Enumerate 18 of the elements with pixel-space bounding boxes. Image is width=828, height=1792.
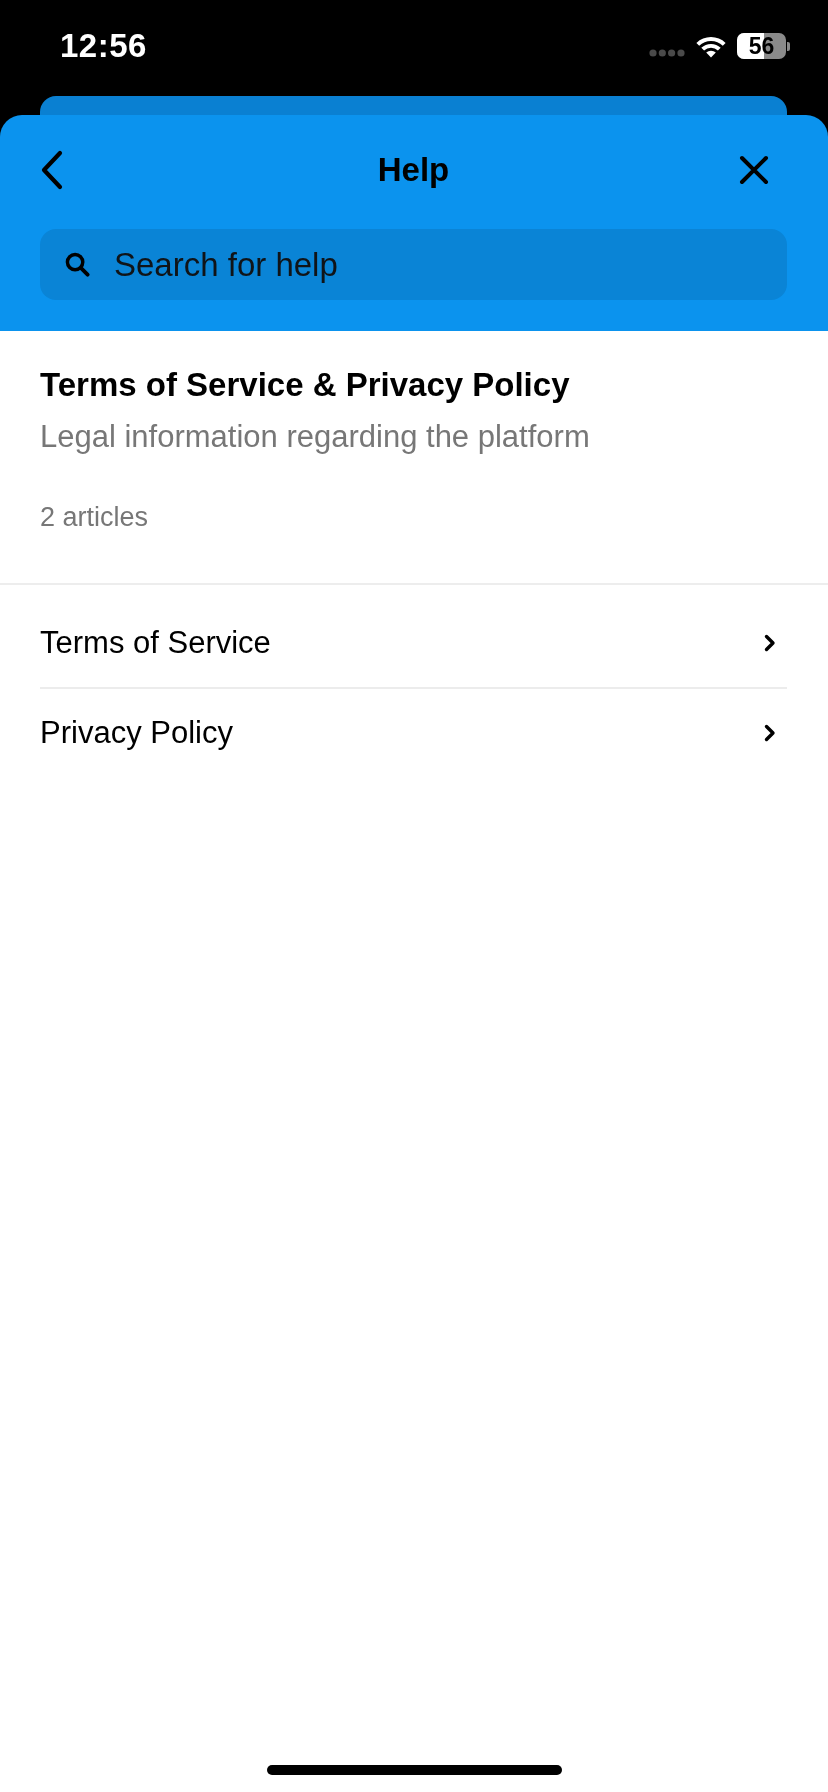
back-chevron-icon — [40, 150, 64, 190]
article-item[interactable]: Terms of Service — [40, 599, 787, 687]
chevron-right-icon — [764, 634, 776, 652]
search-icon — [65, 252, 90, 277]
article-item[interactable]: Privacy Policy — [40, 687, 787, 777]
status-time: 12:56 — [60, 27, 147, 65]
battery-level: 56 — [748, 33, 775, 59]
close-button[interactable] — [739, 155, 769, 185]
collection-title: Terms of Service & Privacy Policy — [40, 365, 570, 405]
collection-description: Legal information regarding the platform — [40, 418, 590, 456]
wifi-icon — [695, 34, 727, 58]
article-count: 2 articles — [40, 501, 149, 534]
search-field[interactable]: Search for help — [40, 229, 787, 300]
chevron-right-icon — [764, 724, 776, 742]
signal-icon — [649, 49, 685, 57]
page-title: Help — [377, 150, 450, 190]
close-icon — [739, 155, 769, 185]
back-button[interactable] — [40, 150, 64, 190]
